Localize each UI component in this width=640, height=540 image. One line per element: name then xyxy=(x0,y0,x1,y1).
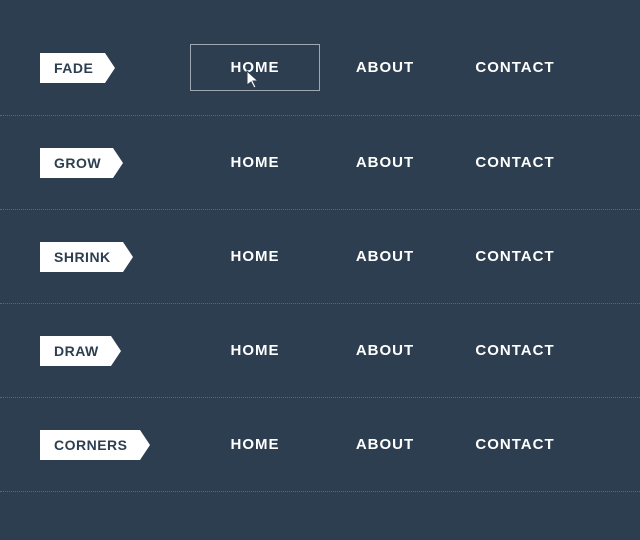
nav-grow: HOME ABOUT CONTACT xyxy=(190,140,600,185)
row-corners: CORNERS HOME ABOUT CONTACT xyxy=(0,398,640,492)
tag-corners: CORNERS xyxy=(40,430,140,460)
nav-shrink-home[interactable]: HOME xyxy=(190,234,320,279)
row-shrink: SHRINK HOME ABOUT CONTACT xyxy=(0,210,640,304)
tag-grow: GROW xyxy=(40,148,113,178)
nav-shrink: HOME ABOUT CONTACT xyxy=(190,234,600,279)
nav-fade-home[interactable]: HOME xyxy=(190,44,320,91)
nav-corners-about[interactable]: ABOUT xyxy=(320,422,450,467)
nav-fade: HOME ABOUT CONTACT xyxy=(190,44,600,91)
row-grow: GROW HOME ABOUT CONTACT xyxy=(0,116,640,210)
nav-grow-home[interactable]: HOME xyxy=(190,140,320,185)
nav-corners-home[interactable]: HOME xyxy=(190,422,320,467)
nav-grow-about[interactable]: ABOUT xyxy=(320,140,450,185)
nav-draw: HOME ABOUT CONTACT xyxy=(190,328,600,373)
nav-draw-contact[interactable]: CONTACT xyxy=(450,328,580,373)
row-draw: DRAW HOME ABOUT CONTACT xyxy=(0,304,640,398)
nav-shrink-contact[interactable]: CONTACT xyxy=(450,234,580,279)
nav-grow-contact[interactable]: CONTACT xyxy=(450,140,580,185)
nav-shrink-about[interactable]: ABOUT xyxy=(320,234,450,279)
tag-fade: FADE xyxy=(40,53,105,83)
tag-draw: DRAW xyxy=(40,336,111,366)
nav-fade-contact[interactable]: CONTACT xyxy=(450,45,580,90)
nav-draw-home[interactable]: HOME xyxy=(190,328,320,373)
nav-corners-contact[interactable]: CONTACT xyxy=(450,422,580,467)
row-fade: FADE HOME ABOUT CONTACT xyxy=(0,20,640,116)
tag-shrink: SHRINK xyxy=(40,242,123,272)
nav-corners: HOME ABOUT CONTACT xyxy=(190,422,600,467)
nav-draw-about[interactable]: ABOUT xyxy=(320,328,450,373)
nav-fade-about[interactable]: ABOUT xyxy=(320,45,450,90)
